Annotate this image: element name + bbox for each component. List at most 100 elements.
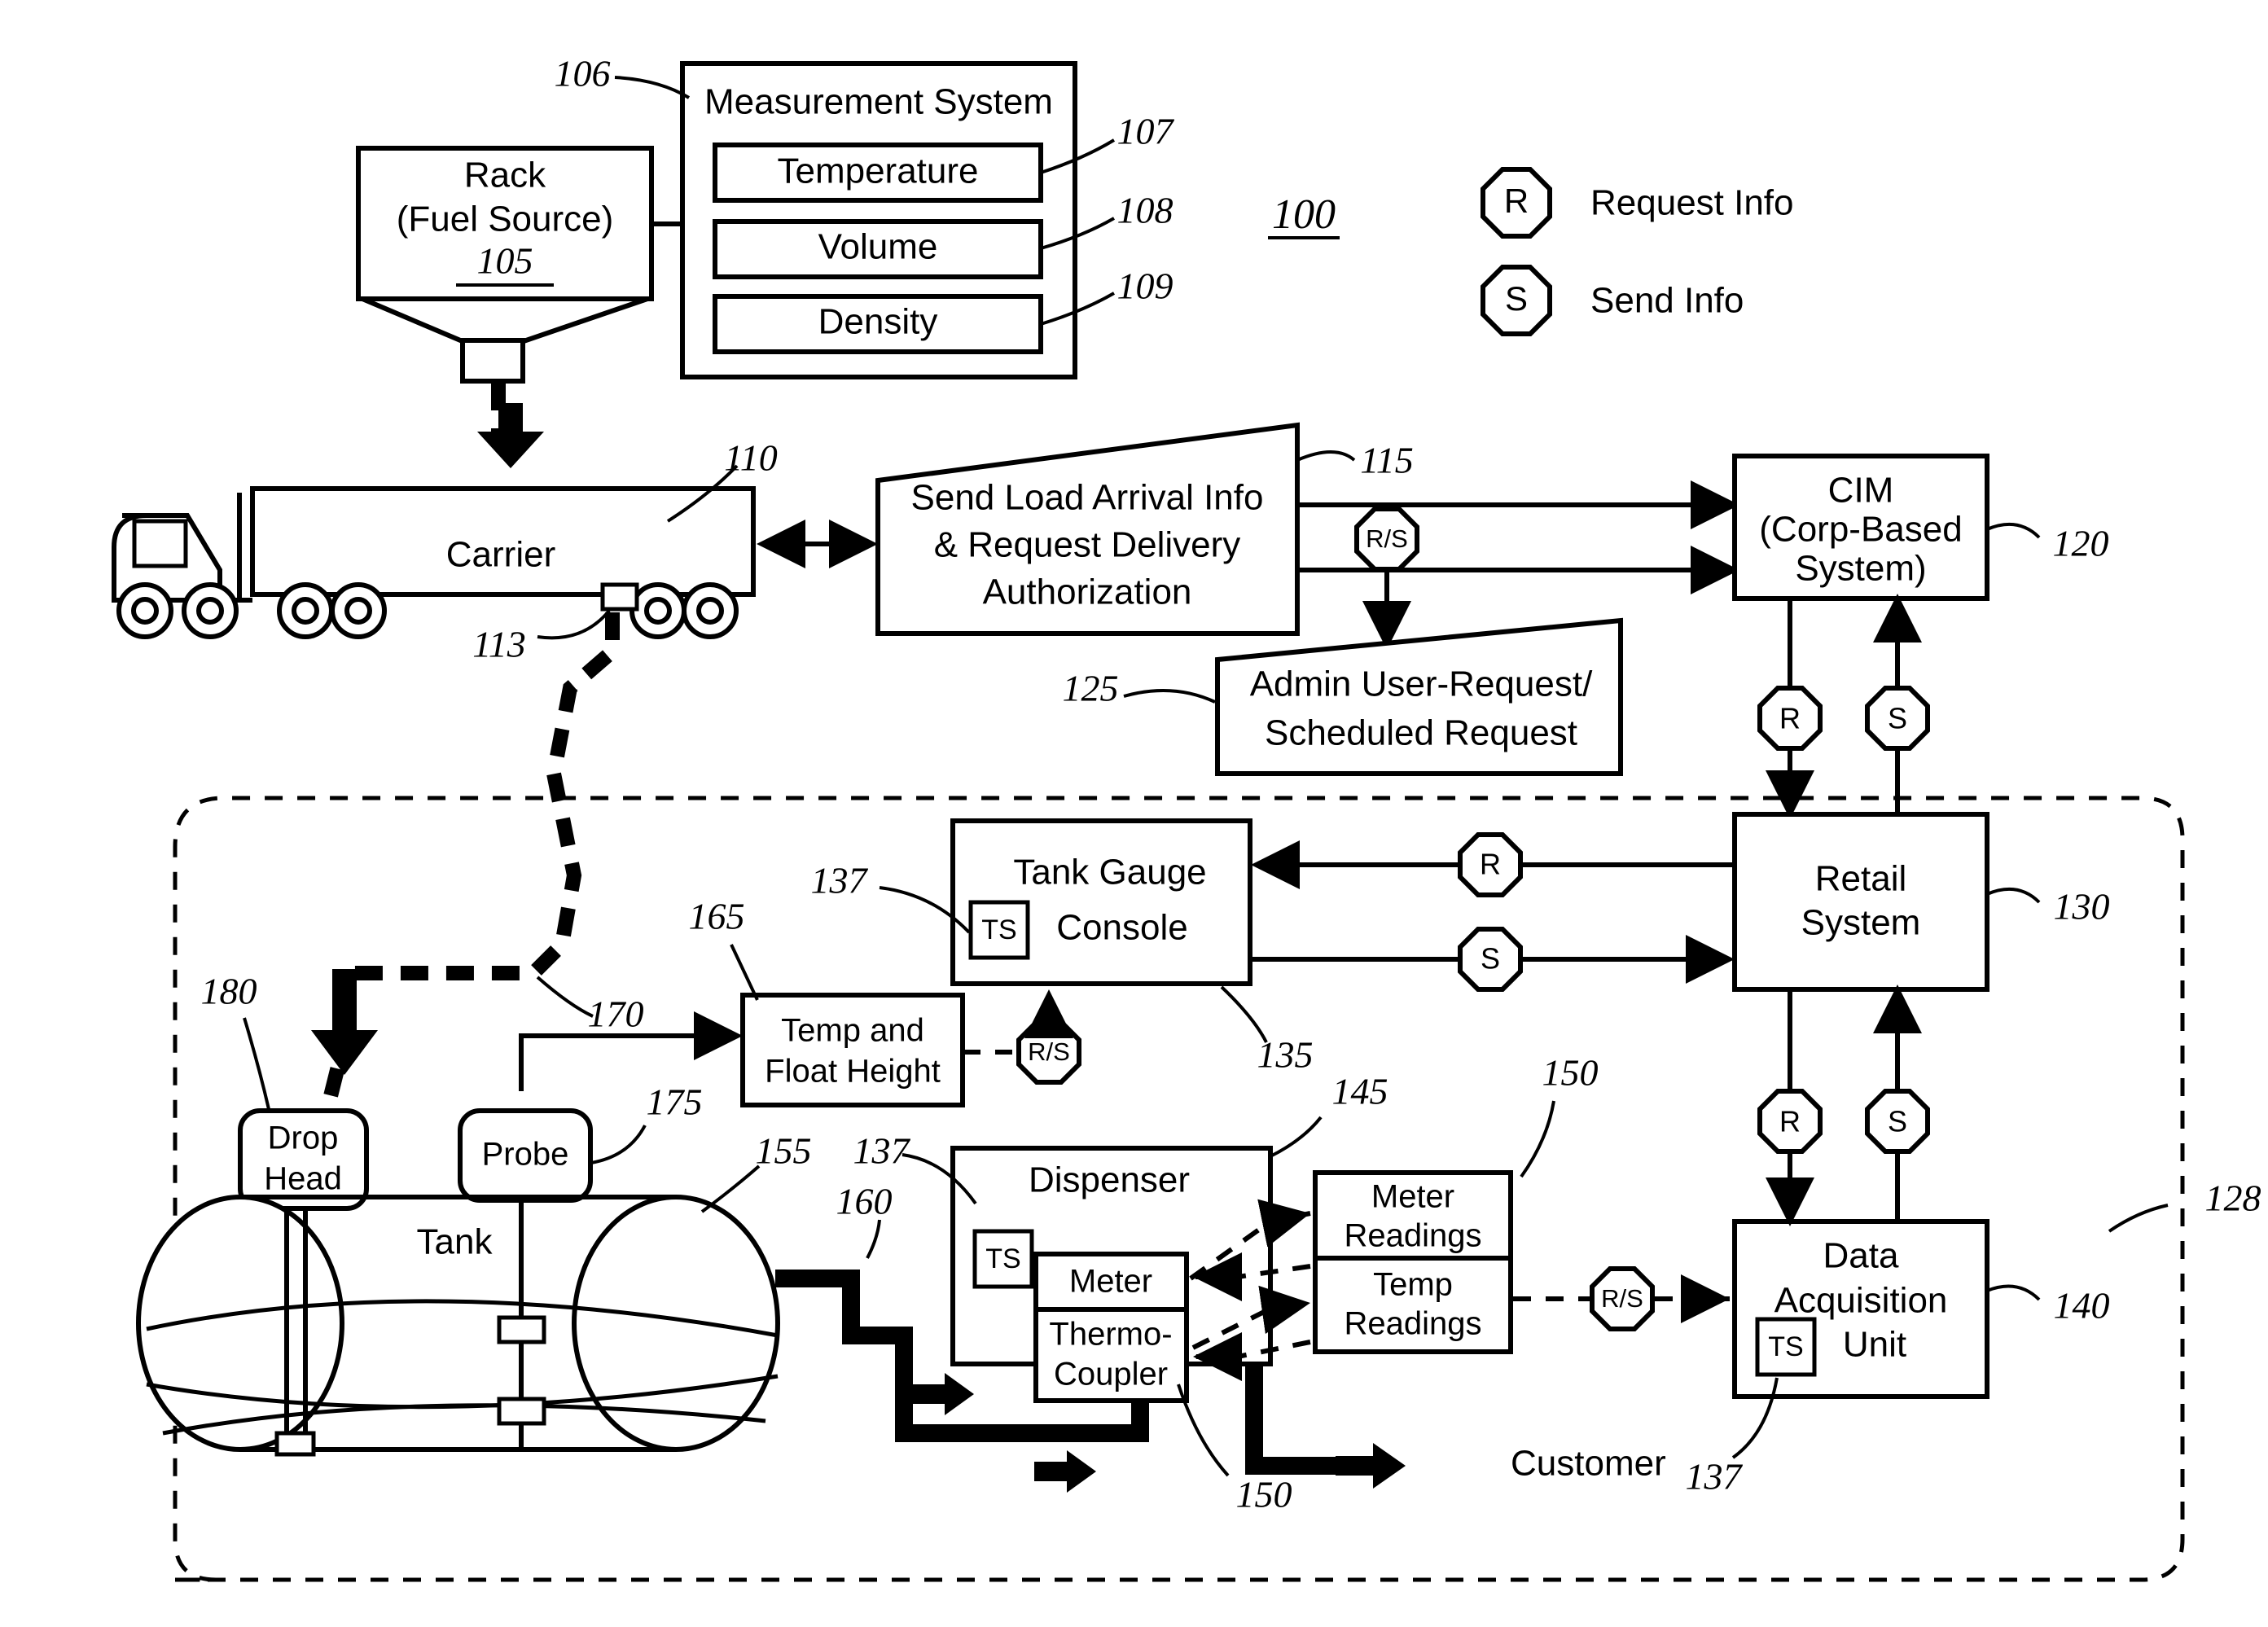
measurement-system-ref: 106: [555, 53, 611, 94]
legend-send-label: Send Info: [1590, 281, 1744, 321]
leader-160: [866, 1219, 881, 1259]
drop-head-line2: Head: [264, 1161, 342, 1197]
leader-106: [614, 76, 691, 99]
drop-head-ref: 180: [201, 971, 257, 1012]
retail-system-ref: 130: [2054, 886, 2110, 928]
leader-120: [1986, 523, 2041, 539]
admin-request-line1: Admin User-Request/: [1250, 664, 1593, 704]
meter-label: Meter: [1069, 1264, 1152, 1300]
leader-125: [1123, 689, 1216, 704]
meter-readings-ref: 150: [1542, 1052, 1599, 1094]
meter-readings-line2: Readings: [1344, 1218, 1481, 1254]
rack-spout: [460, 338, 525, 384]
tank-label: Tank: [417, 1222, 494, 1262]
retail-system-box: [1732, 812, 1989, 992]
carrier-label: Carrier: [446, 535, 555, 575]
leader-113: [537, 609, 611, 640]
delivery-hose-ref: 170: [588, 993, 644, 1035]
dau-line1: Data: [1823, 1236, 1899, 1276]
temp-float-line2: Float Height: [765, 1054, 941, 1090]
leader-180: [243, 1017, 270, 1110]
legend-request-label: Request Info: [1590, 183, 1794, 223]
measurement-density-label: Density: [818, 302, 938, 342]
rs-tempfloat-console-label: R/S: [1028, 1037, 1070, 1066]
dispenser-ts-text: TS: [985, 1243, 1020, 1274]
measurement-volume-label: Volume: [818, 227, 938, 267]
leader-155: [700, 1164, 761, 1213]
probe-label: Probe: [482, 1137, 569, 1173]
probe-to-tempfloat-line: [519, 1011, 743, 1091]
admin-request-ref: 125: [1063, 668, 1119, 709]
rack-to-carrier-arrowhead: [477, 403, 544, 468]
cim-ref: 120: [2053, 523, 2109, 564]
fuel-flow-arrow-1: [904, 1373, 974, 1415]
legend-send-symbol: S: [1505, 279, 1528, 318]
dispenser-ref: 145: [1332, 1071, 1388, 1112]
leader-165: [730, 944, 759, 1001]
probe-float-upper: [497, 1315, 546, 1344]
probe-float-lower: [497, 1397, 546, 1426]
temp-float-ref: 165: [689, 896, 745, 937]
s-console-retail-label: S: [1481, 942, 1500, 976]
meter-readings-line1: Meter: [1371, 1179, 1454, 1215]
tank-ref: 155: [756, 1130, 812, 1172]
dau-line2: Acquisition: [1774, 1281, 1948, 1321]
send-load-line1: Send Load Arrival Info: [911, 478, 1264, 518]
density-ref: 109: [1117, 265, 1173, 307]
leader-145: [1270, 1116, 1323, 1158]
drop-head-foot: [274, 1431, 316, 1457]
rs-readings-dau-label: R/S: [1601, 1284, 1643, 1313]
measurement-temperature-label: Temperature: [777, 151, 978, 191]
tank-gauge-ref: 135: [1257, 1034, 1314, 1076]
send-load-line2: & Request Delivery: [934, 525, 1241, 565]
truck-cab-window: [132, 519, 188, 568]
thermo-coupler-line2: Coupler: [1054, 1357, 1168, 1392]
temp-readings-line1: Temp: [1373, 1267, 1453, 1303]
leader-150-readings: [1520, 1100, 1555, 1178]
leader-170: [536, 976, 594, 1018]
dau-ref: 140: [2054, 1285, 2110, 1327]
patent-figure-page: console -->: [0, 0, 2268, 1627]
temperature-ref: 107: [1117, 111, 1175, 152]
r-retail-dau-label: R: [1779, 1105, 1801, 1138]
dau-ts-ref: 137: [1686, 1456, 1744, 1498]
rack-ref: 105: [477, 240, 533, 282]
leader-115: [1296, 450, 1356, 462]
probe-ref: 175: [647, 1081, 703, 1123]
temp-readings-line2: Readings: [1344, 1306, 1481, 1342]
cim-line1: CIM: [1828, 471, 1894, 511]
dispenser-ts-ref: 137: [853, 1130, 911, 1172]
retail-system-line2: System: [1801, 903, 1921, 943]
retail-system-line1: Retail: [1815, 859, 1907, 899]
rack-subtitle: (Fuel Source): [397, 200, 614, 239]
dau-line3: Unit: [1843, 1325, 1906, 1365]
admin-request-line2: Scheduled Request: [1265, 713, 1577, 753]
site-boundary-ref: 128: [2205, 1177, 2261, 1219]
legend-request-symbol: R: [1504, 182, 1529, 220]
tank-gauge-line1: Tank Gauge: [1013, 853, 1206, 892]
thermo-coupler-ref: 150: [1236, 1474, 1292, 1515]
delivery-hose-arrowhead: [311, 969, 378, 1075]
customer-flow-arrow: [1336, 1443, 1406, 1489]
leader-130: [1986, 888, 2041, 904]
volume-ref: 108: [1117, 190, 1173, 231]
tank-gauge-ts-ref: 137: [811, 860, 869, 901]
drop-head-line1: Drop: [268, 1120, 339, 1156]
cim-line3: System): [1795, 549, 1926, 589]
fuel-flow-arrow-2: [1034, 1450, 1096, 1493]
temp-float-line1: Temp and: [781, 1013, 924, 1049]
thermo-coupler-line1: Thermo-: [1049, 1317, 1172, 1353]
s-retail-cim-label: S: [1888, 702, 1907, 735]
carrier-valve-ref: 113: [472, 624, 526, 665]
carrier-ref: 110: [724, 437, 778, 479]
leader-140: [1986, 1284, 2041, 1301]
carrier-discharge-valve: [600, 582, 639, 612]
figure-system-ref: 100: [1272, 191, 1336, 238]
tank-gauge-line2: Console: [1056, 908, 1187, 948]
leader-128: [2108, 1204, 2169, 1233]
send-load-ref: 115: [1360, 440, 1414, 481]
dau-ts-text: TS: [1768, 1331, 1803, 1362]
customer-label: Customer: [1511, 1444, 1666, 1484]
rs-sendload-cim-label: R/S: [1366, 524, 1408, 553]
cim-line2: (Corp-Based: [1759, 510, 1962, 550]
